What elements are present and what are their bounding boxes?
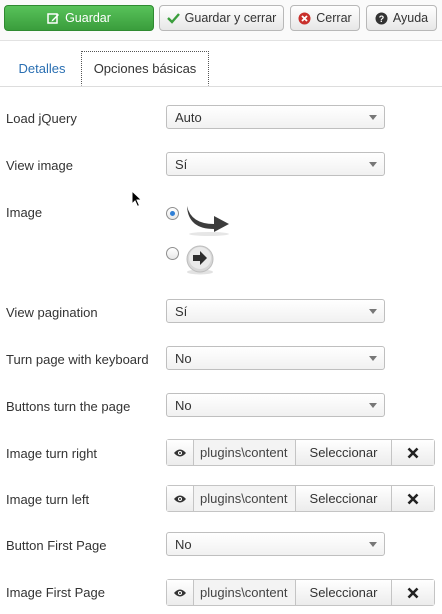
close-label: Cerrar	[316, 11, 352, 25]
image-first-page-media-field: plugins\content Seleccionar	[166, 579, 435, 606]
image-label: Image	[6, 205, 43, 220]
tab-details[interactable]: Detalles	[8, 51, 76, 86]
image-option-1-radio[interactable]	[166, 207, 179, 220]
image-turn-right-select-button[interactable]: Seleccionar	[295, 440, 391, 465]
eye-icon[interactable]	[167, 486, 194, 511]
button-first-page-select[interactable]: No	[166, 532, 385, 556]
curved-arrow-image	[184, 200, 234, 241]
image-option-2-radio[interactable]	[166, 247, 179, 260]
svg-text:?: ?	[379, 14, 385, 24]
buttons-turn-page-label: Buttons turn the page	[6, 399, 131, 414]
button-first-page-value: No	[175, 537, 192, 552]
image-turn-left-select-button[interactable]: Seleccionar	[295, 486, 391, 511]
turn-page-keyboard-label: Turn page with keyboard	[6, 352, 149, 367]
image-turn-left-label: Image turn left	[6, 492, 90, 507]
chevron-down-icon	[369, 542, 377, 547]
image-first-page-select-button[interactable]: Seleccionar	[295, 580, 391, 605]
image-first-page-label: Image First Page	[6, 585, 105, 600]
save-and-close-button[interactable]: Guardar y cerrar	[159, 5, 284, 31]
load-jquery-value: Auto	[175, 110, 202, 125]
save-button[interactable]: Guardar	[4, 5, 154, 31]
button-first-page-label: Button First Page	[6, 538, 107, 553]
chevron-down-icon	[369, 162, 377, 167]
view-pagination-value: Sí	[175, 304, 188, 319]
close-button[interactable]: Cerrar	[290, 5, 360, 31]
chevron-down-icon	[369, 309, 377, 314]
chevron-down-icon	[369, 115, 377, 120]
view-image-value: Sí	[175, 157, 188, 172]
radio-selected-dot	[170, 211, 175, 216]
tab-bar: Detalles Opciones básicas	[0, 50, 442, 87]
turn-page-keyboard-value: No	[175, 351, 192, 366]
clear-x-icon[interactable]	[391, 440, 434, 465]
chevron-down-icon	[369, 403, 377, 408]
cancel-circle-icon	[298, 12, 311, 25]
load-jquery-label: Load jQuery	[6, 111, 77, 126]
image-turn-right-label: Image turn right	[6, 446, 98, 461]
round-arrow-button-image	[184, 244, 218, 279]
toolbar: Guardar Guardar y cerrar Cerrar ? Ayuda	[0, 0, 442, 41]
save-and-close-label: Guardar y cerrar	[184, 11, 277, 25]
load-jquery-select[interactable]: Auto	[166, 105, 385, 129]
view-pagination-select[interactable]: Sí	[166, 299, 385, 323]
help-label: Ayuda	[392, 11, 429, 25]
save-button-label: Guardar	[65, 11, 111, 25]
image-first-page-path: plugins\content	[194, 580, 295, 605]
view-image-label: View image	[6, 158, 73, 173]
image-turn-left-path: plugins\content	[194, 486, 295, 511]
mouse-pointer-icon	[131, 189, 143, 211]
eye-icon[interactable]	[167, 580, 194, 605]
help-button[interactable]: ? Ayuda	[366, 5, 437, 31]
question-circle-icon: ?	[375, 12, 388, 25]
turn-page-keyboard-select[interactable]: No	[166, 346, 385, 370]
image-turn-left-media-field: plugins\content Seleccionar	[166, 485, 435, 512]
view-image-select[interactable]: Sí	[166, 152, 385, 176]
eye-icon[interactable]	[167, 440, 194, 465]
check-icon	[166, 12, 180, 24]
image-turn-right-path: plugins\content	[194, 440, 295, 465]
edit-icon	[47, 12, 60, 25]
buttons-turn-page-select[interactable]: No	[166, 393, 385, 417]
clear-x-icon[interactable]	[391, 486, 434, 511]
buttons-turn-page-value: No	[175, 398, 192, 413]
chevron-down-icon	[369, 356, 377, 361]
image-turn-right-media-field: plugins\content Seleccionar	[166, 439, 435, 466]
view-pagination-label: View pagination	[6, 305, 98, 320]
tab-basic-options[interactable]: Opciones básicas	[81, 51, 209, 86]
clear-x-icon[interactable]	[391, 580, 434, 605]
